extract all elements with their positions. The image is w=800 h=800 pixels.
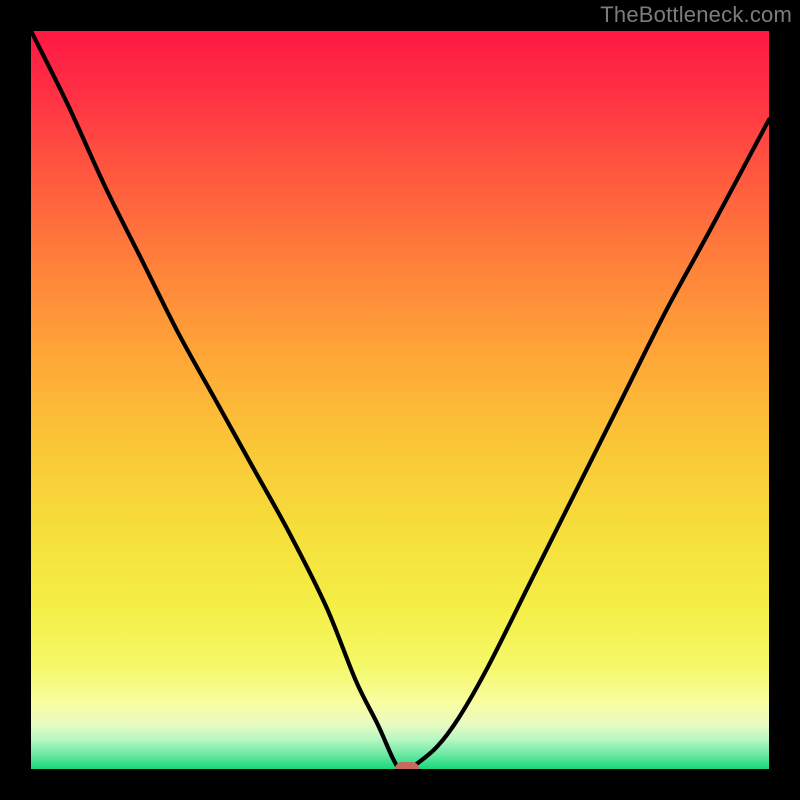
bottleneck-curve [31,31,769,769]
optimal-point-marker [395,762,419,769]
plot-area [31,31,769,769]
watermark-text: TheBottleneck.com [600,2,792,28]
chart-frame: TheBottleneck.com [0,0,800,800]
